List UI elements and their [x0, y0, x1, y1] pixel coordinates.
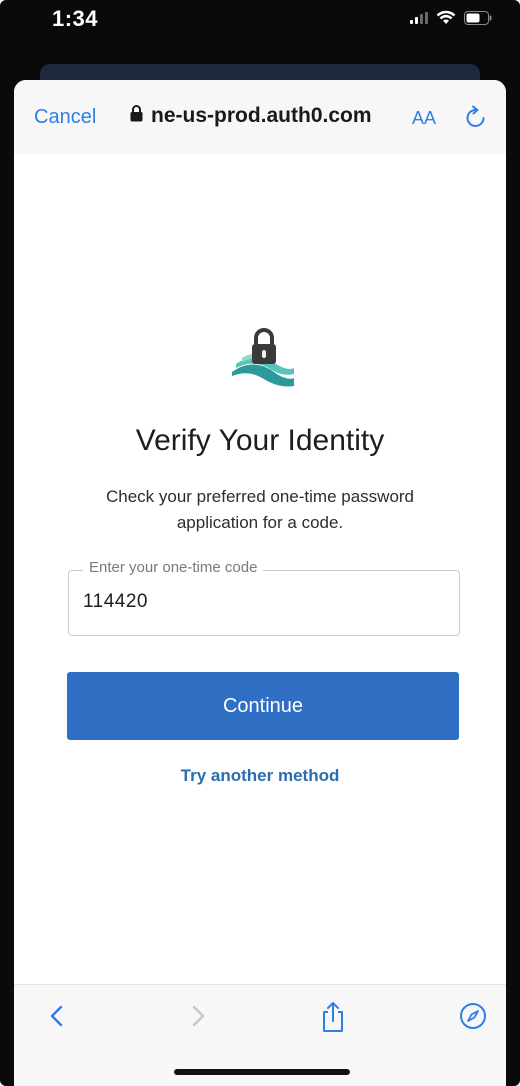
instruction-line-1: Check your preferred one-time password	[105, 487, 415, 506]
reload-icon[interactable]	[464, 104, 488, 135]
battery-icon	[464, 10, 492, 25]
code-field-value[interactable]: 114420	[83, 591, 148, 613]
text-size-button[interactable]: AA	[412, 108, 436, 129]
address-bar[interactable]: ne-us-prod.auth0.com	[130, 104, 372, 128]
secure-lock-logo-icon	[232, 328, 294, 387]
signal-icon	[410, 11, 428, 24]
browser-toolbar: Cancel ne-us-prod.auth0.com AA	[14, 80, 506, 155]
try-another-method-link[interactable]: Try another method	[14, 766, 506, 786]
chevron-right-icon[interactable]	[186, 1001, 208, 1036]
status-time: 1:34	[52, 6, 99, 31]
code-field-label: Enter your one-time code	[83, 559, 264, 576]
status-icons	[410, 10, 492, 25]
chevron-left-icon[interactable]	[46, 1001, 68, 1036]
browser-sheet: Cancel ne-us-prod.auth0.com AA Verify Yo…	[14, 80, 506, 1086]
instruction-line-2: application for a code.	[176, 513, 344, 532]
one-time-code-field[interactable]: Enter your one-time code 114420	[68, 559, 460, 636]
url-text: ne-us-prod.auth0.com	[151, 104, 372, 127]
home-indicator[interactable]	[174, 1069, 350, 1075]
lock-icon	[130, 105, 143, 127]
share-icon[interactable]	[320, 1001, 346, 1038]
status-bar: 1:34	[0, 0, 520, 60]
continue-button[interactable]: Continue	[67, 672, 459, 740]
page-content: Verify Your Identity Check your preferre…	[14, 154, 506, 984]
page-title: Verify Your Identity	[135, 424, 385, 457]
cancel-button[interactable]: Cancel	[34, 106, 96, 129]
browser-bottom-toolbar	[14, 984, 506, 1086]
instruction-text: Check your preferred one-time password a…	[74, 484, 446, 536]
wifi-icon	[436, 10, 456, 25]
compass-icon[interactable]	[458, 1001, 488, 1036]
text-size-label: AA	[412, 108, 437, 128]
phone-screen: 1:34 Cancel ne-us-prod.auth0.com AA Veri…	[0, 0, 520, 1086]
